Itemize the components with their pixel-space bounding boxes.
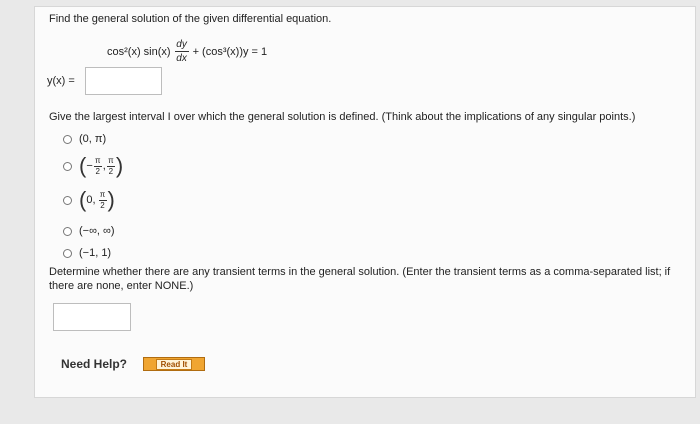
left-paren: (	[79, 187, 87, 212]
read-it-label: Read It	[155, 358, 193, 370]
derivative-fraction: dy dx	[174, 39, 189, 64]
derivative-denominator: dx	[176, 53, 187, 64]
option-label: ( − π 2 , π 2 )	[79, 155, 123, 177]
answer-label: y(x) =	[47, 75, 75, 87]
need-help-label: Need Help?	[61, 357, 128, 371]
denominator: 2	[95, 166, 100, 176]
question-prompt: Find the general solution of the given d…	[49, 13, 332, 25]
read-it-button[interactable]: Read It	[143, 357, 205, 371]
numerator: π	[95, 155, 101, 165]
interval-option-1[interactable]: (0, π)	[63, 133, 106, 145]
radio-button[interactable]	[63, 248, 72, 258]
option-label: (−1, 1)	[79, 247, 112, 259]
option-label: (0, π)	[79, 133, 107, 145]
lower-bound: 0,	[86, 194, 96, 206]
derivative-numerator: dy	[176, 39, 187, 50]
interval-prompt: Give the largest interval I over which t…	[49, 111, 636, 123]
right-paren: )	[115, 153, 124, 178]
denominator: 2	[100, 200, 105, 210]
question-panel: Find the general solution of the given d…	[34, 6, 696, 398]
fraction: π 2	[106, 155, 115, 176]
right-paren: )	[107, 187, 115, 212]
differential-equation: cos²(x) sin(x) dy dx + (cos³(x))y = 1	[107, 39, 267, 64]
numerator: π	[99, 189, 106, 199]
radio-button[interactable]	[63, 226, 72, 236]
fraction: π 2	[93, 155, 102, 176]
option-label: ( 0, π 2 )	[79, 189, 115, 211]
interval-option-4[interactable]: (−∞, ∞)	[63, 225, 115, 237]
interval-option-3[interactable]: ( 0, π 2 )	[63, 189, 115, 211]
radio-button[interactable]	[63, 195, 72, 205]
fraction: π 2	[98, 189, 107, 210]
transient-terms-input[interactable]	[53, 303, 131, 331]
comma: ,	[102, 160, 106, 172]
radio-button[interactable]	[63, 134, 72, 144]
equation-term1: cos²(x) sin(x)	[107, 45, 171, 58]
fraction-bar	[174, 51, 189, 52]
minus-sign: −	[86, 160, 93, 172]
interval-option-5[interactable]: (−1, 1)	[63, 247, 111, 259]
general-solution-input[interactable]	[85, 67, 162, 95]
numerator: π	[108, 155, 114, 165]
equation-rest: + (cos³(x))y = 1	[192, 45, 268, 58]
transient-prompt: Determine whether there are any transien…	[49, 266, 671, 292]
interval-option-2[interactable]: ( − π 2 , π 2 )	[63, 155, 123, 177]
left-paren: (	[79, 153, 87, 178]
denominator: 2	[108, 166, 114, 176]
radio-button[interactable]	[63, 161, 72, 171]
option-label: (−∞, ∞)	[79, 225, 115, 237]
